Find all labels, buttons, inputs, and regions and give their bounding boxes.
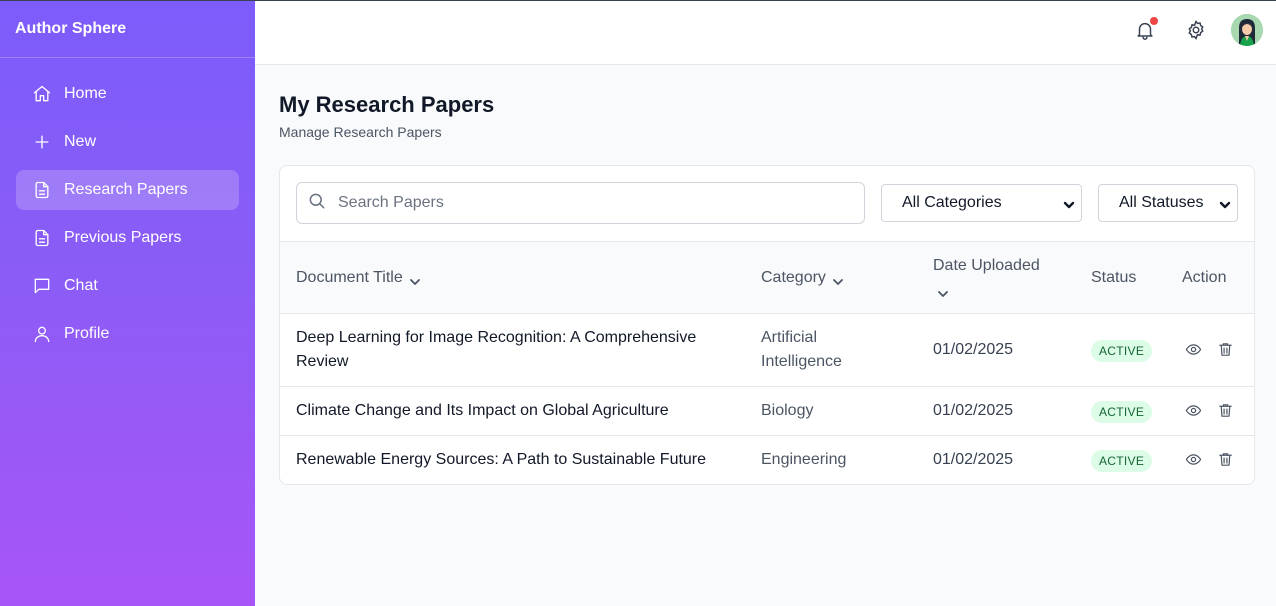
window-top-border (0, 0, 1276, 1)
delete-button[interactable] (1217, 451, 1235, 469)
status-select-value: All Statuses (1119, 194, 1204, 211)
sidebar-item-label: Profile (64, 325, 110, 342)
sidebar-item-new[interactable]: New (16, 122, 239, 162)
app-brand: Author Sphere (0, 0, 255, 58)
gear-icon (1185, 20, 1207, 45)
eye-icon (1185, 454, 1202, 465)
column-header-title[interactable]: Document Title (296, 266, 421, 290)
chevron-down-icon (937, 284, 949, 297)
paper-title: Renewable Energy Sources: A Path to Sust… (296, 451, 707, 468)
avatar[interactable] (1231, 14, 1263, 46)
paper-title: Deep Learning for Image Recognition: A C… (296, 329, 697, 370)
user-icon (32, 324, 52, 344)
table-row: Deep Learning for Image Recognition: A C… (280, 314, 1254, 387)
delete-button[interactable] (1217, 341, 1235, 359)
sidebar-item-label: Research Papers (64, 181, 188, 198)
paper-category: Engineering (761, 451, 847, 468)
bell-icon (1134, 22, 1156, 45)
sidebar-item-research-papers[interactable]: Research Papers (16, 170, 239, 210)
papers-card: All Categories All Statuses Document Tit… (279, 165, 1255, 485)
sidebar-item-chat[interactable]: Chat (16, 266, 239, 306)
sidebar-item-label: Chat (64, 277, 98, 294)
sidebar-item-label: Previous Papers (64, 229, 182, 246)
column-header-status: Status (1091, 269, 1137, 286)
column-header-action: Action (1182, 269, 1227, 286)
page-subtitle: Manage Research Papers (279, 124, 442, 140)
top-bar (255, 1, 1276, 65)
status-select[interactable]: All Statuses (1098, 184, 1238, 222)
column-header-category[interactable]: Category (761, 266, 844, 290)
paper-date: 01/02/2025 (933, 402, 1014, 419)
notification-dot (1150, 17, 1158, 25)
view-button[interactable] (1185, 341, 1203, 359)
view-button[interactable] (1185, 451, 1203, 469)
paper-category: Biology (761, 402, 814, 419)
column-header-label: Date Uploaded (933, 257, 1040, 274)
paper-date: 01/02/2025 (933, 451, 1014, 468)
document-icon (32, 180, 52, 200)
category-select-value: All Categories (902, 194, 1002, 211)
chevron-down-icon (1219, 198, 1231, 210)
status-badge: ACTIVE (1091, 450, 1153, 472)
sidebar-item-previous-papers[interactable]: Previous Papers (16, 218, 239, 258)
home-icon (32, 84, 52, 104)
trash-icon (1219, 343, 1232, 356)
chat-icon (32, 276, 52, 296)
chevron-down-icon (832, 272, 844, 285)
sidebar-item-label: New (64, 133, 97, 150)
sidebar-item-label: Home (64, 85, 107, 102)
settings-button[interactable] (1185, 19, 1209, 43)
chevron-down-icon (1063, 198, 1075, 210)
trash-icon (1219, 404, 1232, 417)
table-row: Climate Change and Its Impact on Global … (280, 387, 1254, 436)
column-header-date[interactable]: Date Uploaded (933, 254, 1063, 302)
sidebar: Author Sphere Home New Research Papers P… (0, 0, 255, 606)
paper-date: 01/02/2025 (933, 341, 1014, 358)
plus-icon (32, 132, 52, 152)
view-button[interactable] (1185, 402, 1203, 420)
delete-button[interactable] (1217, 402, 1235, 420)
eye-icon (1185, 405, 1202, 416)
document-icon (32, 228, 52, 248)
trash-icon (1219, 453, 1232, 466)
search-box (296, 182, 865, 224)
sidebar-nav: Home New Research Papers Previous Papers… (0, 58, 255, 378)
column-header-label: Category (761, 269, 826, 286)
search-icon (307, 191, 327, 216)
page-title: My Research Papers (279, 92, 495, 117)
eye-icon (1185, 344, 1202, 355)
status-badge: ACTIVE (1091, 401, 1153, 423)
paper-category: Artificial Intelligence (761, 329, 842, 370)
category-select[interactable]: All Categories (881, 184, 1082, 222)
chevron-down-icon (409, 272, 421, 285)
table-header: Document Title Category Date Uploaded St… (280, 242, 1254, 314)
search-input[interactable] (338, 194, 838, 212)
filters-bar: All Categories All Statuses (280, 166, 1254, 242)
table-row: Renewable Energy Sources: A Path to Sust… (280, 436, 1254, 484)
sidebar-item-profile[interactable]: Profile (16, 314, 239, 354)
column-header-label: Document Title (296, 269, 403, 286)
sidebar-item-home[interactable]: Home (16, 74, 239, 114)
paper-title: Climate Change and Its Impact on Global … (296, 402, 669, 419)
notifications-button[interactable] (1134, 17, 1158, 45)
status-badge: ACTIVE (1091, 340, 1153, 362)
